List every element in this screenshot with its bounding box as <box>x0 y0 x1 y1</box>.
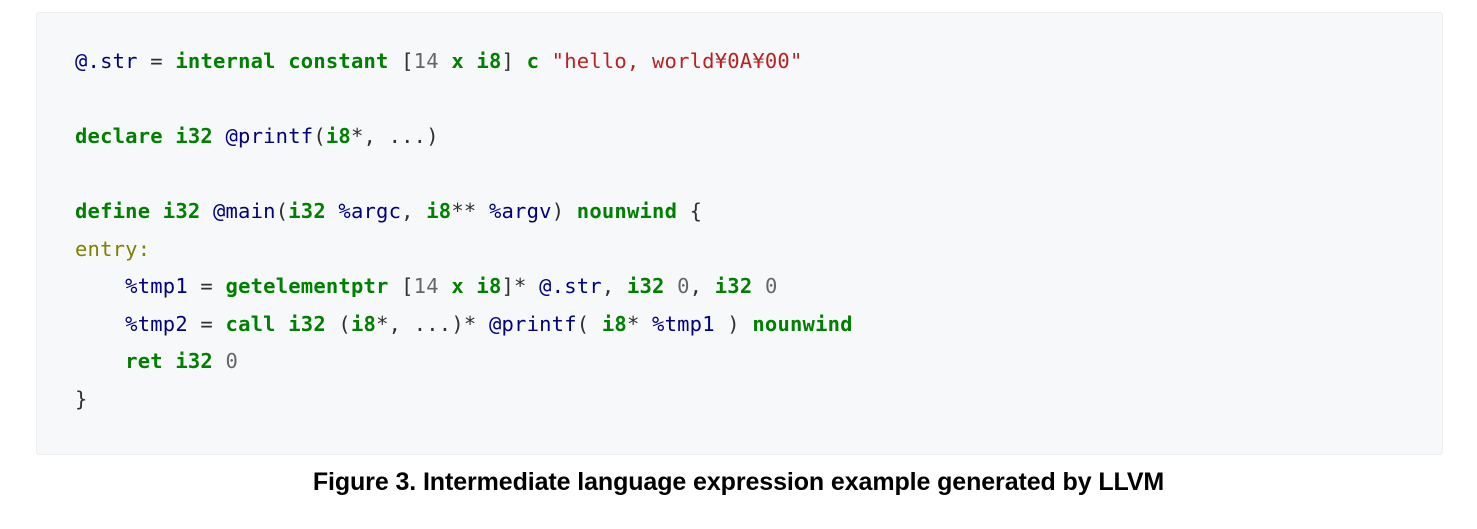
code-token-number: 14 <box>413 49 439 73</box>
code-token-punctuation: [ <box>401 49 414 73</box>
figure-container: @.str = internal constant [14 x i8] c "h… <box>0 0 1477 529</box>
code-token-punctuation: *, ...) <box>350 124 439 148</box>
code-token-punctuation: *, ...)* <box>376 311 489 336</box>
code-token-keyword: internal constant <box>175 49 389 73</box>
code-token-punctuation: ] <box>501 49 515 73</box>
code-token-punctuation: } <box>75 386 88 411</box>
code-line: %tmp1 = getelementptr [14 x i8]* @.str, … <box>75 268 1442 306</box>
code-token-keyword: i8 <box>426 199 452 223</box>
code-token-number: 0 <box>677 274 690 298</box>
code-token-punctuation: [ <box>401 274 414 298</box>
code-block-inner: @.str = internal constant [14 x i8] c "h… <box>37 13 1442 418</box>
code-token-keyword: i32 <box>714 274 753 298</box>
code-token-label: entry: <box>75 236 151 261</box>
code-token-punctuation: , <box>401 199 427 223</box>
code-token-punctuation: ( <box>576 311 602 336</box>
code-token-keyword: x i8 <box>451 274 502 298</box>
code-block: @.str = internal constant [14 x i8] c "h… <box>36 12 1443 455</box>
code-token-identifier: %argc <box>338 199 402 223</box>
code-token-keyword: call i32 <box>225 311 326 336</box>
code-token-keyword: i32 <box>626 274 665 298</box>
code-token-identifier: @printf <box>488 311 577 336</box>
code-token-string: "hello, world¥0A¥00" <box>551 49 803 73</box>
code-token-punctuation: ) <box>714 311 753 336</box>
code-token-identifier: %tmp1 <box>652 311 715 336</box>
code-token-identifier: @main <box>212 199 276 223</box>
code-line: define i32 @main(i32 %argc, i8** %argv) … <box>75 193 1442 231</box>
code-line: } <box>75 381 1442 419</box>
code-token-punctuation: = <box>150 49 163 73</box>
code-token-punctuation: , <box>689 274 715 298</box>
code-token-punctuation: { <box>677 199 703 223</box>
code-token-keyword: x i8 <box>451 49 502 73</box>
code-line: declare i32 @printf(i8*, ...) <box>75 118 1442 156</box>
code-token-number: 0 <box>225 349 239 373</box>
code-token-keyword: declare i32 <box>75 124 213 148</box>
code-listing[interactable]: @.str = internal constant [14 x i8] c "h… <box>75 43 1442 418</box>
code-token-keyword: c <box>526 49 540 73</box>
code-token-keyword: i8 <box>325 124 351 148</box>
code-token-identifier: %tmp1 <box>125 274 188 298</box>
code-token-keyword: i8 <box>350 311 377 336</box>
code-token-punctuation: ( <box>313 124 326 148</box>
code-token-keyword: i8 <box>601 311 627 336</box>
code-token-punctuation: = <box>187 274 226 298</box>
code-token-punctuation: * <box>626 311 653 336</box>
code-line: %tmp2 = call i32 (i8*, ...)* @printf( i8… <box>75 306 1442 344</box>
code-token-punctuation: ( <box>338 311 351 336</box>
code-token-keyword: nounwind <box>576 199 678 223</box>
code-token-punctuation: ** <box>451 199 489 223</box>
code-token-punctuation: , <box>601 274 627 298</box>
code-token-keyword: i32 <box>288 199 326 223</box>
code-token-keyword: define i32 <box>75 199 201 223</box>
code-token-identifier: %argv <box>488 199 552 223</box>
code-token-number: 0 <box>764 274 778 298</box>
code-token-keyword: getelementptr <box>225 274 389 298</box>
code-token-identifier: @.str <box>539 274 602 298</box>
code-token-number: 14 <box>413 274 439 298</box>
figure-caption: Figure 3. Intermediate language expressi… <box>312 468 1165 496</box>
code-token-keyword: ret i32 <box>125 349 213 373</box>
code-token-identifier: @.str <box>75 49 138 73</box>
code-token-punctuation: ]* <box>501 274 540 298</box>
code-token-identifier: @printf <box>225 124 314 148</box>
code-line: entry: <box>75 231 1442 269</box>
code-token-punctuation: ) <box>551 199 577 223</box>
code-line: @.str = internal constant [14 x i8] c "h… <box>75 43 1442 81</box>
code-token-identifier: %tmp2 <box>125 311 188 336</box>
code-line: ret i32 0 <box>75 343 1442 381</box>
code-token-punctuation: ( <box>275 199 289 223</box>
code-token-punctuation: = <box>187 311 226 336</box>
code-token-keyword: nounwind <box>752 311 853 336</box>
